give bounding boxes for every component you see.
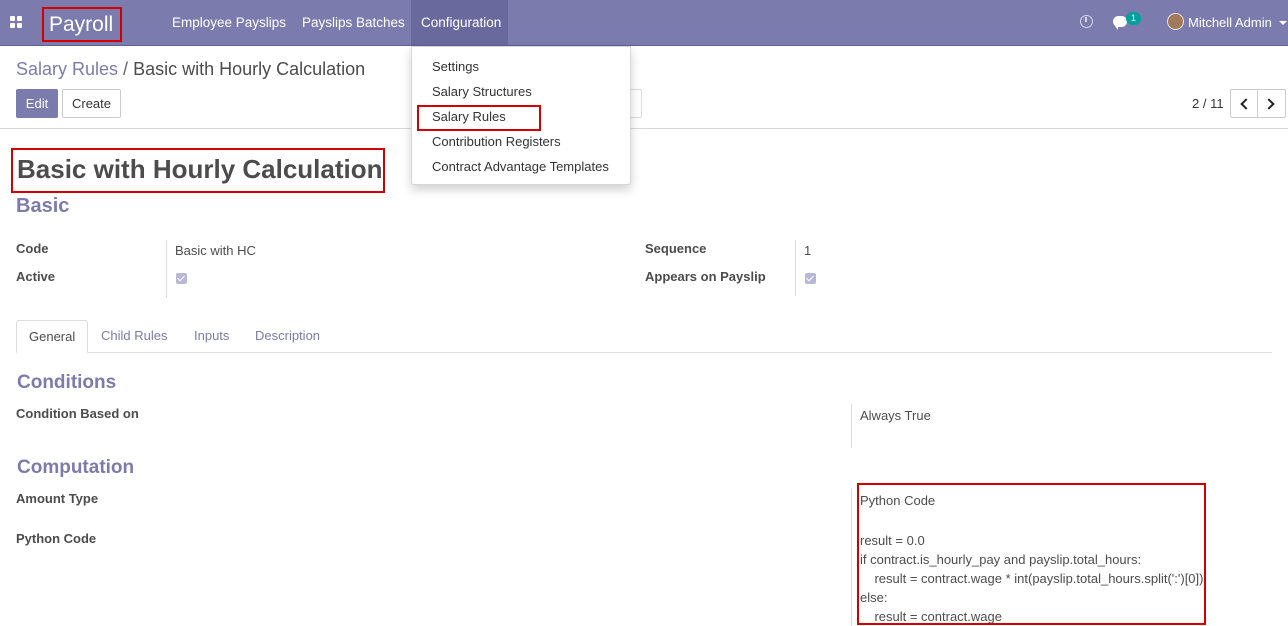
condition-based-on-value[interactable]: Always True [860,408,931,423]
conditions-title: Conditions [17,372,117,393]
field-divider [851,488,852,626]
field-divider [166,240,167,298]
chat-badge: 1 [1126,12,1141,25]
tab-general[interactable]: General [16,320,89,353]
code-value[interactable]: Basic with HC [175,243,256,258]
breadcrumb: Salary Rules / Basic with Hourly Calculati… [16,59,365,80]
appears-on-payslip-checkbox[interactable] [805,273,816,284]
chat-icon[interactable] [1113,16,1127,30]
active-label: Active [16,269,56,284]
pager-value[interactable]: 2 / 11 [1192,96,1224,111]
avatar[interactable] [1167,13,1184,30]
python-code-line[interactable]: result = contract.wage * int(payslip.tot… [860,571,1203,586]
amount-type-label: Amount Type [16,491,99,506]
python-code-line[interactable]: else: [860,590,887,605]
create-button[interactable]: Create [62,89,121,118]
python-code-label: Python Code [16,531,97,546]
menu-item-contract-advantage-templates[interactable]: Contract Advantage Templates [432,159,609,174]
code-label: Code [16,241,49,256]
menu-payslips-batches[interactable]: Payslips Batches [292,0,415,45]
top-navbar: Payroll Employee Payslips Payslips Batch… [0,0,1288,46]
condition-based-on-label: Condition Based on [16,406,139,421]
chevron-left-icon [1240,98,1252,110]
pager-next-button[interactable] [1258,89,1286,118]
menu-item-salary-structures[interactable]: Salary Structures [432,84,532,99]
breadcrumb-separator: / [123,59,129,79]
appears-on-payslip-label: Appears on Payslip [645,269,766,284]
amount-type-value[interactable]: Python Code [860,493,935,508]
app-brand[interactable]: Payroll [42,7,122,42]
tab-description[interactable]: Description [243,320,332,353]
field-divider [851,404,852,448]
python-code-line[interactable]: result = contract.wage [860,609,1002,624]
apps-grid-icon[interactable] [10,16,23,28]
pager-previous-button[interactable] [1230,89,1258,118]
chevron-right-icon [1263,98,1275,110]
control-panel-divider [0,128,1288,129]
salary-rules-highlight-box [417,105,541,131]
sequence-value[interactable]: 1 [804,243,811,258]
breadcrumb-current: Basic with Hourly Calculation [133,59,366,79]
tab-inputs[interactable]: Inputs [182,320,241,353]
record-title[interactable]: Basic with Hourly Calculation [11,148,385,193]
active-checkbox[interactable] [176,273,187,284]
python-code-line[interactable]: if contract.is_hourly_pay and payslip.to… [860,552,1141,567]
activity-clock-icon[interactable] [1080,15,1093,28]
menu-employee-payslips[interactable]: Employee Payslips [162,0,296,45]
tab-child-rules[interactable]: Child Rules [89,320,179,353]
menu-item-contribution-registers[interactable]: Contribution Registers [432,134,561,149]
user-menu[interactable]: Mitchell Admin [1188,15,1272,30]
edit-button[interactable]: Edit [16,89,58,118]
computation-title: Computation [17,457,135,478]
python-code-line[interactable]: result = 0.0 [860,533,925,548]
chevron-down-icon[interactable] [1279,21,1287,25]
menu-item-settings[interactable]: Settings [432,59,479,74]
configuration-dropdown: Settings Salary Structures Salary Rules … [411,46,631,185]
menu-configuration[interactable]: Configuration [411,0,508,45]
field-divider [795,240,796,296]
sequence-label: Sequence [645,241,707,256]
rule-category[interactable]: Basic [16,195,69,218]
breadcrumb-parent[interactable]: Salary Rules [16,59,118,79]
